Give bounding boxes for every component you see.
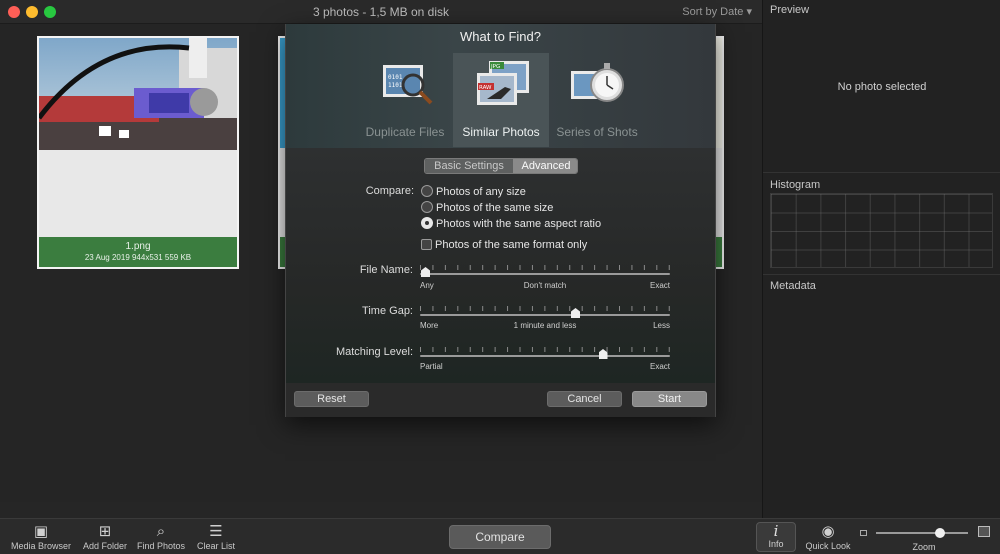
radio-button	[421, 185, 433, 198]
find-photos-label: Find Photos	[136, 541, 186, 551]
quick-look-button[interactable]: ◉ Quick Look	[802, 523, 854, 551]
dialog-body: Basic Settings Advanced Compare: Photos …	[286, 148, 715, 383]
zoom-out-icon[interactable]	[860, 530, 867, 536]
what-to-find-dialog: What to Find? 0101 1101 Duplicate Files	[285, 24, 716, 417]
slider-max-label: Exact	[649, 362, 670, 371]
zoom-slider[interactable]	[876, 528, 968, 538]
slider-track	[420, 355, 670, 357]
sort-dropdown[interactable]: Sort by Date ▾	[682, 0, 752, 24]
photo-meta: 23 Aug 2019 944x531 559 KB	[84, 253, 192, 262]
reset-button[interactable]: Reset	[294, 391, 369, 407]
info-button[interactable]: i Info	[756, 522, 796, 552]
photo-name: 1.png	[125, 241, 151, 252]
jpg-raw-photos-icon: JPG RAW	[477, 61, 529, 105]
radio-same-aspect-ratio[interactable]: Photos with the same aspect ratio	[421, 217, 601, 231]
sort-label: Sort by Date	[682, 6, 744, 18]
radio-same-size[interactable]: Photos of the same size	[421, 201, 553, 215]
histogram-title: Histogram	[770, 179, 821, 191]
add-folder-button[interactable]: ⊞ Add Folder	[78, 523, 132, 551]
radio-label: Photos with the same aspect ratio	[436, 218, 602, 230]
file-name-slider[interactable]	[420, 264, 670, 278]
clear-list-icon: ☰	[209, 523, 223, 540]
stopwatch-photos-icon	[571, 63, 624, 102]
photo-image	[39, 38, 237, 150]
media-browser-label: Media Browser	[10, 541, 72, 551]
mode-series-of-shots[interactable]: Series of Shots	[549, 53, 645, 147]
svg-text:1101: 1101	[388, 82, 403, 89]
compare-button[interactable]: Compare	[449, 525, 551, 549]
compare-label: Compare:	[365, 185, 414, 197]
magnifier-binary-photo-icon: 0101 1101	[383, 65, 433, 105]
slider-max-label: Less	[653, 321, 670, 330]
mode-label: Duplicate Files	[365, 125, 445, 139]
slider-ticks	[420, 306, 670, 311]
checkbox	[421, 238, 432, 250]
divider	[763, 274, 1000, 275]
matching-level-label: Matching Level:	[335, 346, 413, 358]
info-icon: i	[773, 522, 779, 540]
start-button[interactable]: Start	[632, 391, 707, 407]
slider-track	[420, 273, 670, 275]
radio-button	[421, 201, 433, 214]
media-browser-button[interactable]: ▣ Media Browser	[8, 523, 74, 551]
mode-similar-photos[interactable]: JPG RAW Similar Photos	[453, 53, 549, 147]
clear-list-label: Clear List	[196, 541, 235, 551]
search-icon: ⌕	[156, 523, 166, 540]
inspector-panel: Preview No photo selected Histogram Meta…	[762, 0, 1000, 518]
clear-list-button[interactable]: ☰ Clear List	[192, 523, 240, 551]
chevron-down-icon: ▾	[746, 6, 752, 18]
radio-label: Photos of any size	[436, 186, 526, 198]
checkbox-same-format[interactable]: Photos of the same format only	[421, 238, 587, 252]
settings-tab-control: Basic Settings Advanced	[424, 158, 578, 174]
app-window: 3 photos - 1,5 MB on disk Sort by Date ▾…	[0, 0, 1000, 554]
tab-advanced[interactable]: Advanced	[513, 159, 577, 173]
plus-icon: ⊞	[98, 523, 112, 540]
zoom-in-icon[interactable]	[978, 526, 990, 537]
divider	[763, 172, 1000, 173]
dialog-title: What to Find?	[460, 29, 541, 44]
time-gap-label: Time Gap:	[362, 305, 413, 317]
radio-label: Photos of the same size	[436, 202, 554, 214]
slider-max-label: Exact	[649, 281, 670, 290]
slider-ticks	[420, 347, 670, 352]
zoom-label: Zoom	[912, 542, 936, 552]
preview-title: Preview	[770, 4, 810, 16]
time-gap-slider[interactable]	[420, 305, 670, 319]
bottom-toolbar: ▣ Media Browser ⊞ Add Folder ⌕ Find Phot…	[0, 518, 1000, 554]
photo-caption: 1.png 23 Aug 2019 944x531 559 KB	[39, 237, 237, 267]
window-title: 3 photos - 1,5 MB on disk	[312, 5, 450, 19]
matching-level-slider[interactable]	[420, 346, 670, 360]
find-photos-button[interactable]: ⌕ Find Photos	[134, 523, 188, 551]
no-photo-message: No photo selected	[837, 81, 927, 93]
dialog-footer: Reset Cancel Start	[286, 383, 715, 417]
dialog-header: What to Find? 0101 1101 Duplicate Files	[286, 24, 715, 148]
mode-label: Series of Shots	[556, 125, 638, 139]
slider-ticks	[420, 265, 670, 270]
metadata-title: Metadata	[770, 280, 816, 292]
cancel-button[interactable]: Cancel	[547, 391, 622, 407]
tab-basic-settings[interactable]: Basic Settings	[425, 159, 513, 173]
mode-duplicate-files[interactable]: 0101 1101 Duplicate Files	[357, 53, 453, 147]
svg-text:0101: 0101	[388, 74, 403, 81]
svg-text:RAW: RAW	[479, 85, 492, 91]
file-name-label: File Name:	[359, 264, 413, 276]
quick-look-label: Quick Look	[805, 541, 851, 551]
add-folder-label: Add Folder	[82, 541, 128, 551]
slider-track	[420, 314, 670, 316]
svg-text:JPG: JPG	[490, 64, 500, 70]
mode-label: Similar Photos	[462, 125, 540, 139]
histogram-chart	[770, 193, 993, 268]
info-label: Info	[768, 539, 784, 549]
radio-any-size[interactable]: Photos of any size	[421, 185, 526, 199]
eye-icon: ◉	[821, 523, 835, 540]
radio-button	[421, 217, 433, 230]
checkbox-label: Photos of the same format only	[435, 239, 588, 251]
title-bar: 3 photos - 1,5 MB on disk Sort by Date ▾	[0, 0, 762, 24]
photo-thumbnail[interactable]: 1.png 23 Aug 2019 944x531 559 KB	[37, 36, 239, 269]
zoom-slider-knob[interactable]	[935, 528, 946, 538]
media-browser-icon: ▣	[33, 523, 49, 540]
